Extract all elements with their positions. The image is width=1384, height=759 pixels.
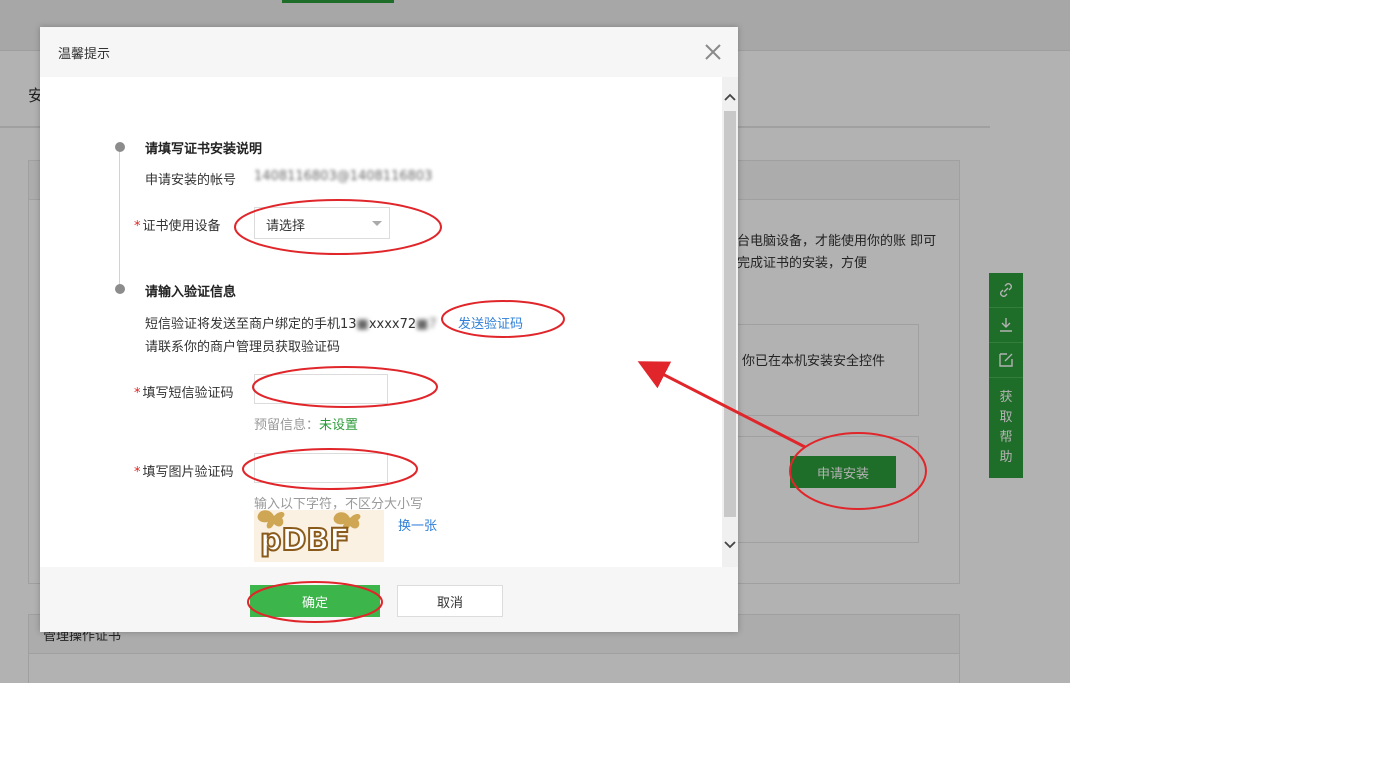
scroll-down-icon[interactable] bbox=[722, 537, 738, 553]
refresh-captcha-link[interactable]: 换一张 bbox=[398, 515, 437, 534]
close-icon bbox=[705, 44, 721, 60]
scroll-up-icon[interactable] bbox=[722, 89, 738, 105]
dialog-title: 温馨提示 bbox=[58, 47, 111, 62]
dialog-scrollbar[interactable] bbox=[722, 77, 738, 567]
chevron-down-icon bbox=[372, 221, 382, 226]
reserved-info-value: 未设置 bbox=[319, 418, 359, 433]
contact-admin-text: 请联系你的商户管理员获取验证码 bbox=[145, 340, 341, 355]
image-code-label-row: * 填写图片验证码 bbox=[134, 461, 234, 480]
timeline-dot bbox=[115, 142, 125, 152]
captcha-text: pDBF bbox=[260, 523, 350, 558]
sms-code-label-row: * 填写短信验证码 bbox=[134, 382, 234, 401]
dialog-body: 请填写证书安装说明 申请安装的帐号 1408116803@1408116803 … bbox=[40, 77, 738, 567]
tips-dialog: 温馨提示 请填写证书安装说明 申请安装的帐号 1408116803@140811… bbox=[40, 27, 738, 632]
reserved-info-label: 预留信息： bbox=[254, 418, 320, 433]
image-code-input[interactable] bbox=[254, 453, 388, 483]
confirm-button[interactable]: 确定 bbox=[250, 585, 380, 617]
timeline-line bbox=[119, 147, 120, 289]
device-label: 证书使用设备 bbox=[142, 219, 221, 234]
reserved-info: 预留信息：未设置 bbox=[254, 414, 358, 433]
captcha-image[interactable]: pDBF bbox=[254, 510, 384, 562]
device-select-value: 请选择 bbox=[266, 219, 306, 234]
section-install-title: 请填写证书安装说明 bbox=[145, 142, 263, 157]
account-value-text: 1408116803@1408116803 bbox=[254, 169, 433, 184]
section-verify-title: 请输入验证信息 bbox=[145, 285, 237, 300]
sms-code-label: 填写短信验证码 bbox=[142, 386, 234, 401]
scroll-thumb[interactable] bbox=[724, 111, 736, 517]
cancel-button[interactable]: 取消 bbox=[397, 585, 503, 617]
account-value: 1408116803@1408116803 bbox=[254, 169, 432, 184]
dialog-header: 温馨提示 bbox=[40, 27, 738, 77]
sms-phone-masked: xxxx72 bbox=[368, 317, 417, 332]
close-button[interactable] bbox=[701, 40, 725, 64]
timeline-dot bbox=[115, 284, 125, 294]
captcha-text-render: pDBF bbox=[259, 522, 351, 559]
account-label: 申请安装的帐号 bbox=[145, 173, 237, 188]
dialog-footer: 确定 取消 bbox=[40, 567, 738, 632]
send-code-link[interactable]: 发送验证码 bbox=[458, 313, 523, 332]
device-label-row: * 证书使用设备 bbox=[134, 215, 221, 234]
required-mark: * bbox=[134, 386, 141, 401]
required-mark: * bbox=[134, 465, 141, 480]
image-code-label: 填写图片验证码 bbox=[142, 465, 234, 480]
required-mark: * bbox=[134, 219, 141, 234]
device-select[interactable]: 请选择 bbox=[254, 207, 390, 239]
sms-notice-text: 短信验证将发送至商户绑定的手机13 bbox=[145, 317, 357, 332]
sms-notice: 短信验证将发送至商户绑定的手机13■xxxx72■7 bbox=[145, 317, 437, 332]
sms-code-input[interactable] bbox=[254, 374, 388, 404]
